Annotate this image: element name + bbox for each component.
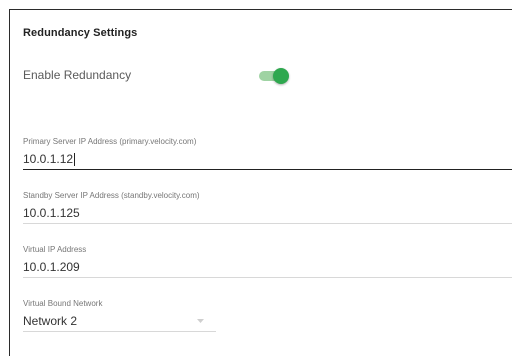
primary-ip-label: Primary Server IP Address (primary.veloc…: [23, 137, 197, 146]
enable-redundancy-toggle[interactable]: [259, 68, 289, 84]
bound-network-field[interactable]: Virtual Bound Network Network 2: [23, 299, 216, 332]
virtual-ip-value: 10.0.1.209: [23, 260, 80, 274]
primary-ip-field[interactable]: Primary Server IP Address (primary.veloc…: [23, 137, 512, 170]
panel-title: Redundancy Settings: [23, 27, 138, 39]
standby-ip-field[interactable]: Standby Server IP Address (standby.veloc…: [23, 191, 512, 224]
bound-network-underline: [23, 331, 216, 332]
text-cursor: [74, 152, 76, 166]
chevron-down-icon[interactable]: [197, 319, 204, 323]
standby-ip-label: Standby Server IP Address (standby.veloc…: [23, 191, 200, 200]
bound-network-value: Network 2: [23, 314, 78, 328]
primary-ip-underline: [23, 169, 512, 170]
bound-network-select[interactable]: Network 2: [23, 314, 216, 328]
standby-ip-underline: [23, 223, 512, 224]
virtual-ip-field[interactable]: Virtual IP Address 10.0.1.209: [23, 245, 512, 278]
toggle-knob: [273, 68, 289, 84]
virtual-ip-input[interactable]: 10.0.1.209: [23, 260, 512, 274]
bound-network-label: Virtual Bound Network: [23, 299, 103, 308]
redundancy-settings-panel: Redundancy Settings Enable Redundancy Pr…: [9, 9, 512, 356]
primary-ip-input[interactable]: 10.0.1.12: [23, 152, 512, 166]
primary-ip-value: 10.0.1.12: [23, 152, 74, 166]
standby-ip-value: 10.0.1.125: [23, 206, 80, 220]
virtual-ip-underline: [23, 277, 512, 278]
enable-redundancy-label: Enable Redundancy: [23, 68, 132, 82]
standby-ip-input[interactable]: 10.0.1.125: [23, 206, 512, 220]
virtual-ip-label: Virtual IP Address: [23, 245, 87, 254]
